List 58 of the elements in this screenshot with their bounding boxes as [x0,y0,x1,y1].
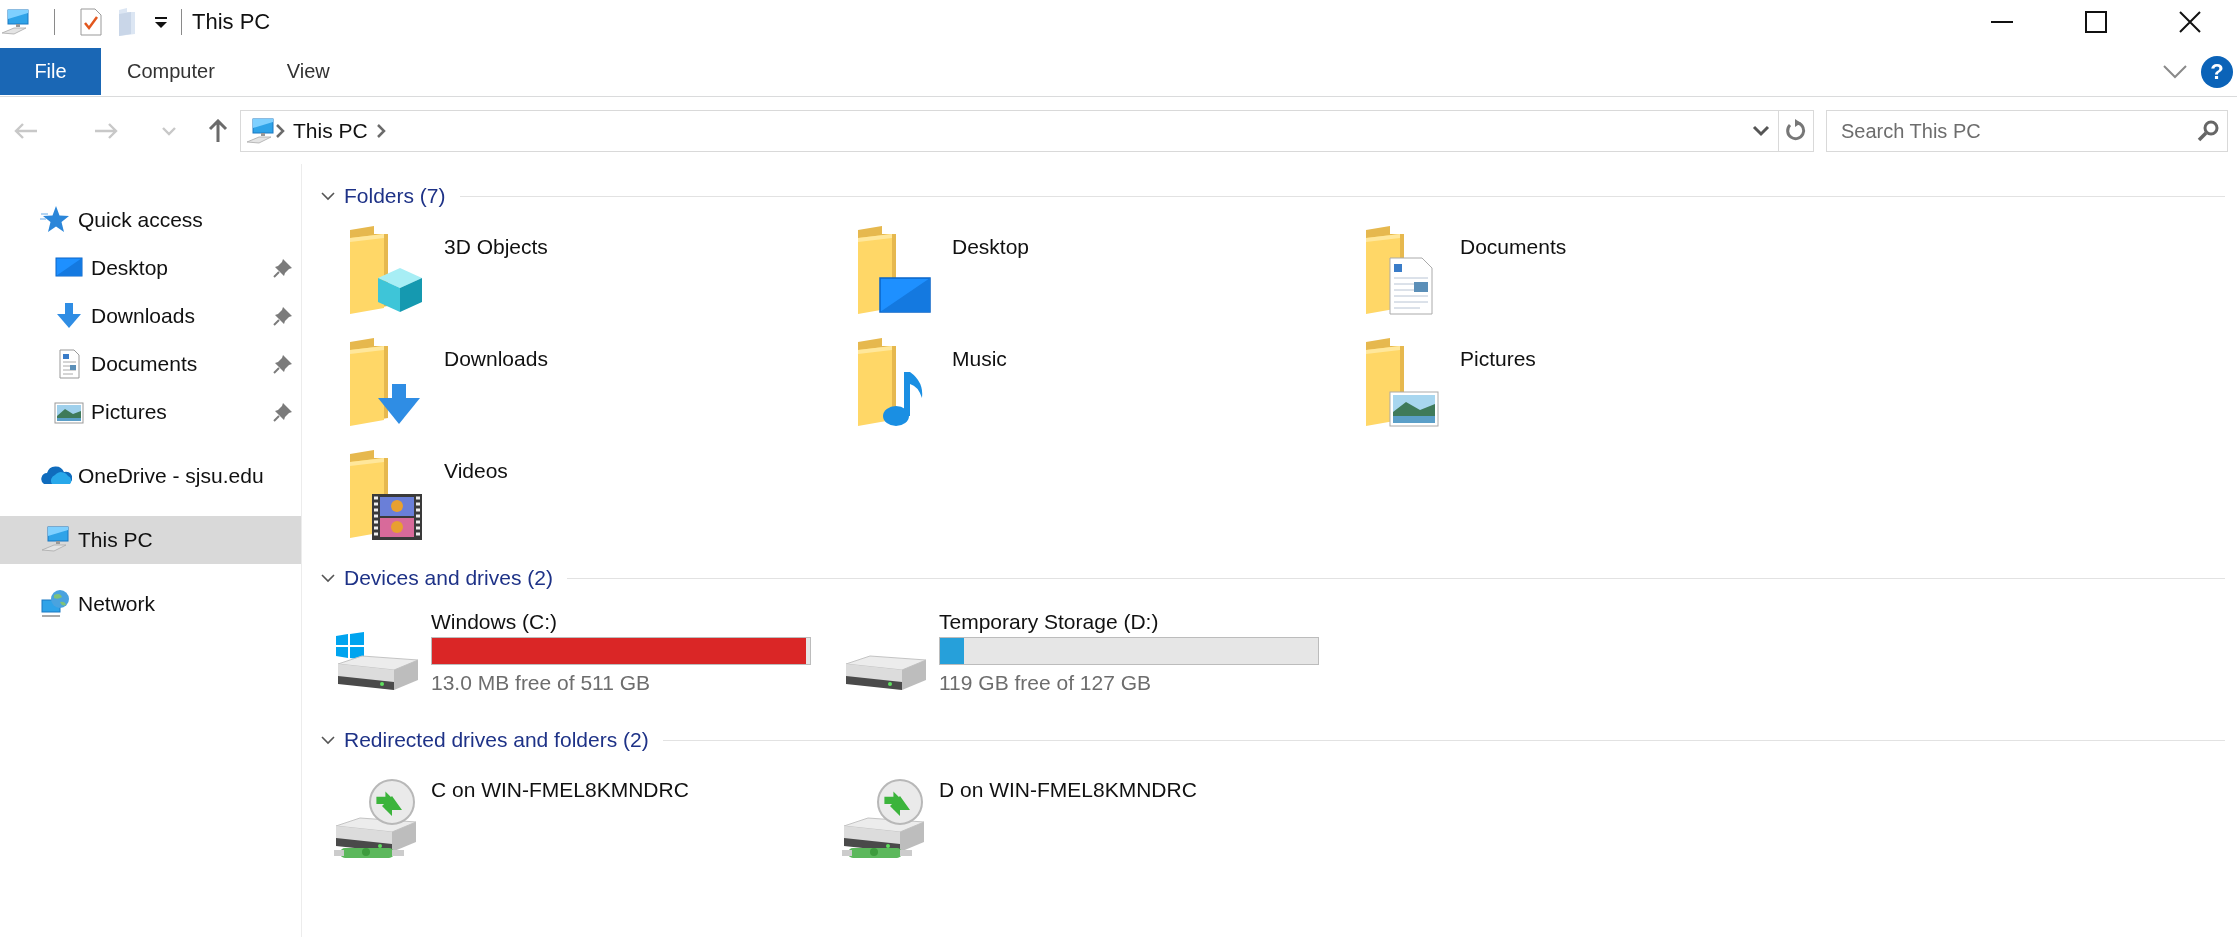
dropdown-chevron-icon[interactable] [1752,125,1770,137]
minimize-icon [1991,21,2013,23]
chevron-icon[interactable] [275,123,285,139]
sidebar-item-label: Downloads [91,304,195,328]
free-space-text: 13.0 MB free of 511 GB [431,671,652,695]
sidebar-item[interactable]: Desktop [0,244,301,292]
computer-icon [245,116,275,146]
ribbon-tab[interactable]: Computer [101,48,241,95]
search-icon[interactable] [2197,120,2219,142]
sidebar-item-label: Documents [91,352,198,376]
sidebar-item-label: Network [78,592,156,616]
close-icon [2179,11,2201,33]
folder-name[interactable]: 3D Objects [444,220,548,332]
file-menu-button[interactable]: File [0,48,101,95]
breadcrumb[interactable]: This PC [293,119,368,143]
window-title: This PC [192,9,271,35]
pin-icon[interactable] [273,306,293,326]
sidebar-item[interactable]: OneDrive - sjsu.edu [0,452,301,500]
sidebar-item[interactable]: Network [0,580,301,628]
pin-icon[interactable] [273,402,293,422]
folder-name[interactable]: Documents [1460,220,1567,332]
drive-name[interactable]: Temporary Storage (D:) [939,610,1319,634]
network-location-name[interactable]: C on WIN-FMEL8KMNDRC [431,764,689,884]
sidebar-item-label: Desktop [91,256,169,280]
sidebar-item-label: This PC [78,528,153,552]
maximize-icon [2085,11,2107,33]
collapse-ribbon-icon[interactable] [2163,64,2187,79]
drive-name[interactable]: Windows (C:) [431,610,811,634]
section-header[interactable]: Folders (7) [344,184,446,208]
section-header[interactable]: Redirected drives and folders (2) [344,728,649,752]
address-bar[interactable]: This PC [240,110,1814,152]
network-location-name[interactable]: D on WIN-FMEL8KMNDRC [939,764,1197,884]
ribbon-tab[interactable]: View [260,48,356,95]
refresh-icon [1785,119,1807,143]
sidebar-item[interactable]: Downloads [0,292,301,340]
search-box[interactable]: Search This PC [1826,110,2228,152]
network-globe-icon [40,588,72,620]
pin-icon[interactable] [273,354,293,374]
sidebar-item[interactable]: Quick access [0,196,301,244]
sidebar-item[interactable]: Documents [0,340,301,388]
checklist-icon[interactable] [79,8,103,36]
up-arrow-icon[interactable] [208,119,228,143]
computer-icon[interactable] [0,7,30,37]
sidebar-item-label: Pictures [91,400,167,424]
folder-name[interactable]: Desktop [952,220,1030,332]
folder-name[interactable]: Downloads [444,332,548,444]
free-space-text: 119 GB free of 127 GB [939,671,1153,695]
sidebar-item[interactable]: This PC [0,516,301,564]
sidebar-item[interactable]: Pictures [0,388,301,436]
sidebar-item-label: OneDrive - sjsu.edu [78,464,264,488]
section-header[interactable]: Devices and drives (2) [344,566,553,590]
chevron-icon[interactable] [375,123,386,139]
sidebar-item-label: Quick access [78,208,203,232]
folder-name[interactable]: Music [952,332,1007,444]
help-button[interactable]: ? [2201,55,2233,88]
folder-name[interactable]: Videos [444,444,508,556]
pin-icon[interactable] [273,258,293,278]
folder-name[interactable]: Pictures [1460,332,1536,444]
